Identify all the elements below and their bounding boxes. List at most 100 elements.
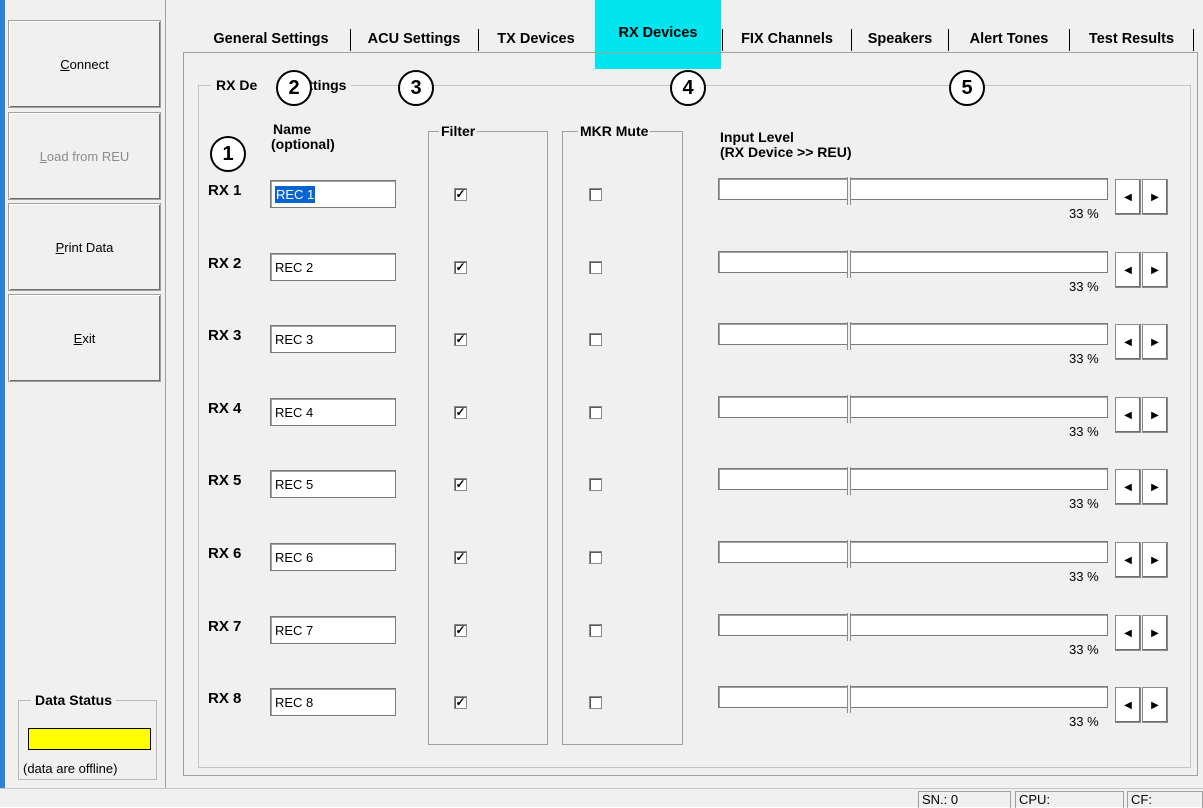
arrow-right-icon: ▶ — [1151, 627, 1159, 639]
filter-checkbox[interactable]: ✓ — [454, 696, 467, 709]
increase-level-button[interactable]: ▶ — [1142, 687, 1168, 723]
rx-name-input[interactable]: REC 5 — [270, 470, 396, 498]
increase-level-button[interactable]: ▶ — [1142, 324, 1168, 360]
input-level-slider[interactable] — [718, 613, 1108, 641]
tab-fix-channels[interactable]: FIX Channels — [727, 27, 847, 52]
filter-checkbox[interactable]: ✓ — [454, 261, 467, 274]
rx-name-input[interactable]: REC 6 — [270, 543, 396, 571]
check-icon: ✓ — [455, 550, 466, 564]
increase-level-button[interactable]: ▶ — [1142, 397, 1168, 433]
mkr-mute-checkbox[interactable] — [589, 696, 602, 709]
decrease-level-button[interactable]: ◀ — [1115, 687, 1141, 723]
filter-column-header: Filter — [439, 123, 478, 139]
input-level-thumb[interactable] — [847, 322, 851, 350]
arrow-right-icon: ▶ — [1151, 481, 1159, 493]
decrease-level-button[interactable]: ◀ — [1115, 615, 1141, 651]
filter-checkbox[interactable]: ✓ — [454, 188, 467, 201]
input-level-thumb[interactable] — [847, 395, 851, 423]
tab-general-settings[interactable]: General Settings — [193, 27, 349, 52]
decrease-level-button[interactable]: ◀ — [1115, 252, 1141, 288]
rx-row-label: RX 3 — [208, 327, 242, 344]
arrow-right-icon: ▶ — [1151, 409, 1159, 421]
connect-button[interactable]: Connect — [8, 20, 161, 108]
arrow-right-icon: ▶ — [1151, 336, 1159, 348]
input-level-slider[interactable] — [718, 250, 1108, 278]
increase-level-button[interactable]: ▶ — [1142, 252, 1168, 288]
mkr-mute-checkbox[interactable] — [589, 333, 602, 346]
decrease-level-button[interactable]: ◀ — [1115, 397, 1141, 433]
increase-level-button[interactable]: ▶ — [1142, 179, 1168, 215]
tab-speakers[interactable]: Speakers — [856, 27, 944, 52]
mkr-mute-checkbox[interactable] — [589, 624, 602, 637]
rx-row-label: RX 2 — [208, 255, 242, 272]
decrease-level-button[interactable]: ◀ — [1115, 469, 1141, 505]
tab-alert-tones[interactable]: Alert Tones — [953, 27, 1065, 52]
decrease-level-button[interactable]: ◀ — [1115, 542, 1141, 578]
arrow-left-icon: ◀ — [1124, 699, 1132, 711]
rx-name-input[interactable]: REC 7 — [270, 616, 396, 644]
input-level-thumb[interactable] — [847, 613, 851, 641]
arrow-right-icon: ▶ — [1151, 699, 1159, 711]
decrease-level-button[interactable]: ◀ — [1115, 179, 1141, 215]
load-from-reu-label: Load from REU — [39, 148, 130, 164]
tab-tx-devices[interactable]: TX Devices — [483, 27, 589, 52]
input-level-thumb[interactable] — [847, 467, 851, 495]
input-level-thumb[interactable] — [847, 685, 851, 713]
callout-3: 3 — [398, 70, 434, 106]
callout-5: 5 — [949, 70, 985, 106]
filter-checkbox[interactable]: ✓ — [454, 406, 467, 419]
input-level-slider[interactable] — [718, 540, 1108, 568]
input-level-slider[interactable] — [718, 322, 1108, 350]
increase-level-button[interactable]: ▶ — [1142, 615, 1168, 651]
mkr-mute-checkbox[interactable] — [589, 478, 602, 491]
data-status-note: (data are offline) — [23, 761, 118, 776]
check-icon: ✓ — [455, 260, 466, 274]
tab-acu-settings[interactable]: ACU Settings — [355, 27, 473, 52]
input-level-thumb[interactable] — [847, 177, 851, 205]
rx-row-label: RX 5 — [208, 472, 242, 489]
arrow-right-icon: ▶ — [1151, 554, 1159, 566]
callout-1: 1 — [210, 136, 246, 172]
filter-checkbox[interactable]: ✓ — [454, 478, 467, 491]
input-level-slider[interactable] — [718, 395, 1108, 423]
input-level-thumb[interactable] — [847, 540, 851, 568]
increase-level-button[interactable]: ▶ — [1142, 469, 1168, 505]
mkr-mute-checkbox[interactable] — [589, 551, 602, 564]
filter-checkbox[interactable]: ✓ — [454, 333, 467, 346]
rx-name-input[interactable]: REC 4 — [270, 398, 396, 426]
filter-checkbox[interactable]: ✓ — [454, 551, 467, 564]
rx-name-input[interactable]: REC 3 — [270, 325, 396, 353]
arrow-left-icon: ◀ — [1124, 409, 1132, 421]
data-status-group: Data Status (data are offline) — [18, 692, 157, 780]
arrow-left-icon: ◀ — [1124, 554, 1132, 566]
input-level-slider[interactable] — [718, 177, 1108, 205]
exit-button[interactable]: Exit — [8, 294, 161, 382]
exit-label: Exit — [73, 330, 96, 346]
mkr-mute-column-header: MKR Mute — [578, 123, 651, 139]
input-level-slider[interactable] — [718, 467, 1108, 495]
rx-name-input[interactable]: REC 2 — [270, 253, 396, 281]
load-from-reu-button[interactable]: Load from REU — [8, 112, 161, 200]
filter-checkbox[interactable]: ✓ — [454, 624, 467, 637]
rx-name-value: REC 7 — [275, 623, 314, 638]
arrow-left-icon: ◀ — [1124, 191, 1132, 203]
mkr-mute-checkbox[interactable] — [589, 261, 602, 274]
mkr-mute-checkbox[interactable] — [589, 188, 602, 201]
rx-name-input[interactable]: REC 8 — [270, 688, 396, 716]
check-icon: ✓ — [455, 187, 466, 201]
input-level-slider[interactable] — [718, 685, 1108, 713]
arrow-right-icon: ▶ — [1151, 264, 1159, 276]
tab-test-results[interactable]: Test Results — [1074, 27, 1189, 52]
rx-row-label: RX 7 — [208, 618, 242, 635]
increase-level-button[interactable]: ▶ — [1142, 542, 1168, 578]
input-level-thumb[interactable] — [847, 250, 851, 278]
rx-name-input[interactable]: REC 1 — [270, 180, 396, 208]
rx-row-label: RX 4 — [208, 400, 242, 417]
print-data-button[interactable]: Print Data — [8, 203, 161, 291]
rx-name-value: REC 3 — [275, 332, 314, 347]
tab-separator — [722, 29, 723, 51]
mkr-mute-checkbox[interactable] — [589, 406, 602, 419]
check-icon: ✓ — [455, 623, 466, 637]
decrease-level-button[interactable]: ◀ — [1115, 324, 1141, 360]
input-level-percent: 33 % — [1069, 279, 1099, 294]
